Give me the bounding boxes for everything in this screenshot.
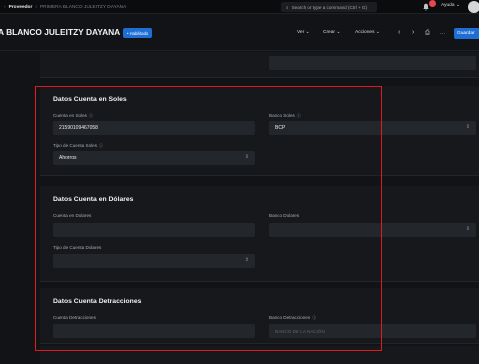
dolares-bank-select[interactable]: ⇕ [269,223,476,237]
breadcrumb: › Proveedor › PRIMERA BLANCO JULEITZY DA… [4,0,126,14]
dolares-section: Datos Cuenta en Dólares Cuenta en Dolare… [40,186,479,282]
more-options-icon[interactable]: ··· [440,31,445,37]
avatar[interactable] [468,1,479,13]
search-icon: ⌕ [286,4,289,10]
dolares-account-label: Cuenta en Dolares [53,213,92,218]
view-menu-button[interactable]: Ver ⌄ [297,30,310,35]
dolares-account-type-label: Tipo de Cuenta Dolares [53,245,102,250]
breadcrumb-parent-link[interactable]: Proveedor [9,5,33,10]
dolares-account-input[interactable] [53,223,255,237]
help-menu[interactable]: Ayuda ⌄ [441,3,460,8]
soles-account-type-label: Tipo de Cuenta Soles ⓘ [53,143,104,148]
chevron-updown-icon: ⇕ [244,154,249,160]
breadcrumb-separator: › [4,4,6,10]
search-placeholder: Search or type a command (Ctrl + G) [291,4,368,10]
breadcrumb-separator: › [35,4,37,10]
soles-account-input[interactable]: 21590109467058 [53,121,255,135]
print-icon[interactable]: ⎙ [425,30,430,37]
detracciones-bank-label: Banco Detracciones ⓘ [269,315,317,320]
detracciones-account-label: Cuenta Detracciones [53,315,96,320]
soles-section-title: Datos Cuenta en Soles [53,96,127,103]
dolares-section-title: Datos Cuenta en Dólares [53,196,134,203]
notification-badge [429,0,436,7]
top-navbar: › Proveedor › PRIMERA BLANCO JULEITZY DA… [0,0,479,14]
breadcrumb-current[interactable]: PRIMERA BLANCO JULEITZY DAYANA [40,5,126,10]
detracciones-bank-input[interactable]: BANCO DE LA NACIÓN [269,324,476,338]
next-section [40,346,479,364]
chevron-updown-icon: ⇕ [465,124,470,130]
actions-menu-button[interactable]: Acciones ⌄ [355,30,380,35]
next-record-icon[interactable]: › [412,29,414,36]
search-bar[interactable]: ⌕ Search or type a command (Ctrl + G) [281,2,377,12]
chevron-updown-icon: ⇕ [465,226,470,232]
save-button[interactable]: Guardar [454,28,479,39]
soles-account-type-select[interactable]: Ahorros ⇕ [53,151,255,165]
chevron-updown-icon: ⇕ [244,257,249,263]
info-icon: ⓘ [296,113,301,118]
create-menu-button[interactable]: Crear ⌄ [323,30,340,35]
detracciones-section: Datos Cuenta Detracciones Cuenta Detracc… [40,288,479,344]
soles-section: Datos Cuenta en Soles Cuenta en Soles ⓘ 2… [40,86,479,176]
info-icon: ⓘ [88,113,93,118]
previous-record-icon[interactable]: ‹ [398,29,400,36]
detracciones-account-input[interactable] [53,324,255,338]
dolares-account-type-select[interactable]: ⇕ [53,254,255,268]
soles-account-label: Cuenta en Soles ⓘ [53,113,93,118]
previous-section [40,52,479,78]
detracciones-section-title: Datos Cuenta Detracciones [53,298,142,305]
soles-bank-select[interactable]: BCP ⇕ [269,121,476,135]
soles-bank-label: Banco Soles ⓘ [269,113,301,118]
info-icon: ⓘ [99,143,104,148]
previous-field[interactable] [269,56,476,70]
info-icon: ⓘ [312,315,317,320]
page-title: A BLANCO JULEITZY DAYANA [0,27,121,37]
status-badge: • Habilitado [123,28,153,38]
dolares-bank-label: Banco Dolares [269,213,300,218]
